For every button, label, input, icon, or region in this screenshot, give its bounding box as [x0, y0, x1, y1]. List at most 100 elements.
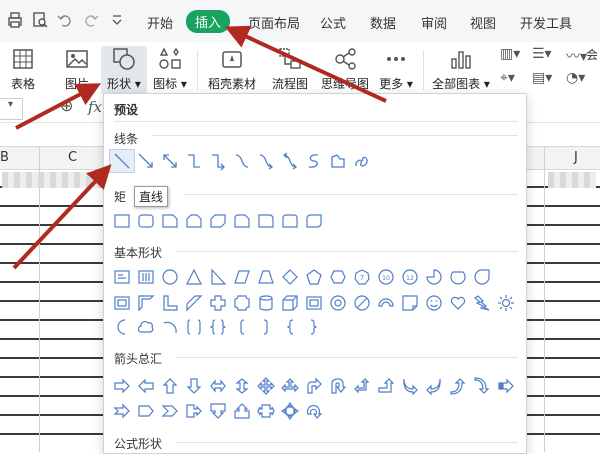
shape-u-turn-arrow[interactable] — [326, 375, 350, 397]
shape-sun[interactable] — [494, 292, 518, 314]
line-chart-icon[interactable]: 〰▾ — [566, 46, 587, 66]
picture-button[interactable]: 图片 — [56, 46, 98, 92]
shape-bent-up-arrow[interactable] — [374, 375, 398, 397]
icons-button[interactable]: 图标 ▾ — [150, 46, 190, 92]
column-chart-icon[interactable]: ▥▾ — [500, 46, 520, 62]
column-header-c[interactable]: C — [68, 150, 77, 165]
shape-diamond[interactable] — [278, 266, 302, 288]
shape-lightning-bolt[interactable] — [470, 292, 494, 314]
shape-folded-corner[interactable] — [398, 292, 422, 314]
shape-plaque[interactable] — [230, 292, 254, 314]
mindmap-button[interactable]: 思维导图 — [316, 46, 374, 92]
stock-chart-icon[interactable]: ▤▾ — [532, 70, 552, 86]
shape-curved-arrow[interactable] — [254, 150, 278, 172]
fx-icon[interactable]: fx — [88, 98, 102, 116]
shape-snip-two-corner[interactable] — [182, 210, 206, 232]
shape-pie[interactable] — [422, 266, 446, 288]
shape-double-bracket[interactable] — [182, 316, 206, 338]
table-button[interactable]: 表格 — [0, 46, 46, 92]
shape-curved-up-arrow[interactable] — [446, 375, 470, 397]
shape-half-frame[interactable] — [134, 292, 158, 314]
shape-smiley-face[interactable] — [422, 292, 446, 314]
tab-formulas[interactable]: 公式 — [320, 13, 346, 32]
shape-right-bracket[interactable] — [254, 316, 278, 338]
all-charts-button[interactable]: 全部图表 ▾ — [428, 46, 494, 92]
pie-chart-icon[interactable]: ◔▾ — [566, 70, 585, 86]
tab-data[interactable]: 数据 — [370, 13, 396, 32]
tab-home[interactable]: 开始 — [147, 13, 173, 32]
shape-left-right-arrow-callout[interactable] — [254, 400, 278, 422]
shape-rounded-rectangle[interactable] — [134, 210, 158, 232]
zoom-icon[interactable]: ⊕ — [60, 96, 73, 115]
shape-heart[interactable] — [446, 292, 470, 314]
shape-hexagon[interactable] — [326, 266, 350, 288]
shape-heptagon[interactable]: 7 — [350, 266, 374, 288]
shape-dodecagon[interactable]: 12 — [398, 266, 422, 288]
docer-button[interactable]: 稻壳素材 — [204, 46, 260, 92]
shape-quad-arrow[interactable] — [254, 375, 278, 397]
shape-text-box[interactable] — [110, 266, 134, 288]
print-preview-icon[interactable] — [31, 11, 49, 29]
shape-right-arrow[interactable] — [110, 375, 134, 397]
shape-up-arrow[interactable] — [158, 375, 182, 397]
shape-down-arrow-callout[interactable] — [206, 400, 230, 422]
shape-parallelogram[interactable] — [230, 266, 254, 288]
shape-frame[interactable] — [110, 292, 134, 314]
shape-right-triangle[interactable] — [206, 266, 230, 288]
shape-up-down-arrow[interactable] — [230, 375, 254, 397]
shape-chord[interactable] — [446, 266, 470, 288]
shape-round-two-corner[interactable] — [278, 210, 302, 232]
shape-line-arrow[interactable] — [134, 150, 158, 172]
shape-donut[interactable] — [326, 292, 350, 314]
shape-cube[interactable] — [278, 292, 302, 314]
shape-pentagon-arrow[interactable] — [134, 400, 158, 422]
shape-double-brace[interactable] — [206, 316, 230, 338]
redo-icon[interactable] — [82, 11, 100, 29]
shape-round-one-corner[interactable] — [254, 210, 278, 232]
area-chart-icon[interactable]: ⌖▾ — [500, 70, 515, 86]
shape-pentagon[interactable] — [302, 266, 326, 288]
shape-curved-double-arrow[interactable] — [278, 150, 302, 172]
shape-scribble[interactable] — [350, 150, 374, 172]
shape-circular-arrow[interactable] — [302, 400, 326, 422]
shapes-button[interactable]: 形状 ▾ — [101, 46, 147, 94]
bar-chart-h-icon[interactable]: ☰▾ — [532, 46, 552, 62]
shape-left-up-arrow[interactable] — [350, 375, 374, 397]
shape-chevron[interactable] — [158, 400, 182, 422]
shape-left-right-arrow[interactable] — [206, 375, 230, 397]
shape-double-arrow-line[interactable] — [158, 150, 182, 172]
extra-chart-label[interactable]: 会 — [586, 46, 598, 63]
shape-can[interactable] — [254, 292, 278, 314]
more-button[interactable]: 更多 ▾ — [376, 46, 416, 92]
shape-bevel[interactable] — [302, 292, 326, 314]
shape-line[interactable] — [109, 149, 135, 173]
shape-notched-right-arrow[interactable] — [110, 400, 134, 422]
shape-rectangle[interactable] — [110, 210, 134, 232]
column-header-j[interactable]: J — [574, 150, 578, 165]
shape-quad-arrow-callout[interactable] — [278, 400, 302, 422]
shape-up-arrow-callout[interactable] — [230, 400, 254, 422]
shape-vertical-text-box[interactable] — [134, 266, 158, 288]
shape-elbow-arrow[interactable] — [206, 150, 230, 172]
tab-page-layout[interactable]: 页面布局 — [248, 13, 300, 32]
tab-review[interactable]: 审阅 — [421, 13, 447, 32]
shape-curved-down-arrow[interactable] — [470, 375, 494, 397]
shape-round-diagonal[interactable] — [302, 210, 326, 232]
shape-left-bracket[interactable] — [230, 316, 254, 338]
shape-plus[interactable] — [206, 292, 230, 314]
shape-left-brace[interactable] — [278, 316, 302, 338]
name-box-dropdown-icon[interactable]: ▾ — [8, 99, 13, 110]
shape-trapezoid[interactable] — [254, 266, 278, 288]
shape-elbow-connector[interactable] — [182, 150, 206, 172]
shape-left-right-up-arrow[interactable] — [278, 375, 302, 397]
shape-down-arrow[interactable] — [182, 375, 206, 397]
tab-insert[interactable]: 插入 — [186, 10, 231, 33]
shape-no-symbol[interactable] — [350, 292, 374, 314]
shape-oval[interactable] — [158, 266, 182, 288]
shape-block-arc[interactable] — [374, 292, 398, 314]
shape-curved-left-arrow[interactable] — [422, 375, 446, 397]
shape-snip-corner-rect[interactable] — [158, 210, 182, 232]
shape-curved-connector[interactable] — [230, 150, 254, 172]
shape-right-arrow-callout[interactable] — [182, 400, 206, 422]
customize-dropdown-icon[interactable] — [108, 11, 126, 29]
